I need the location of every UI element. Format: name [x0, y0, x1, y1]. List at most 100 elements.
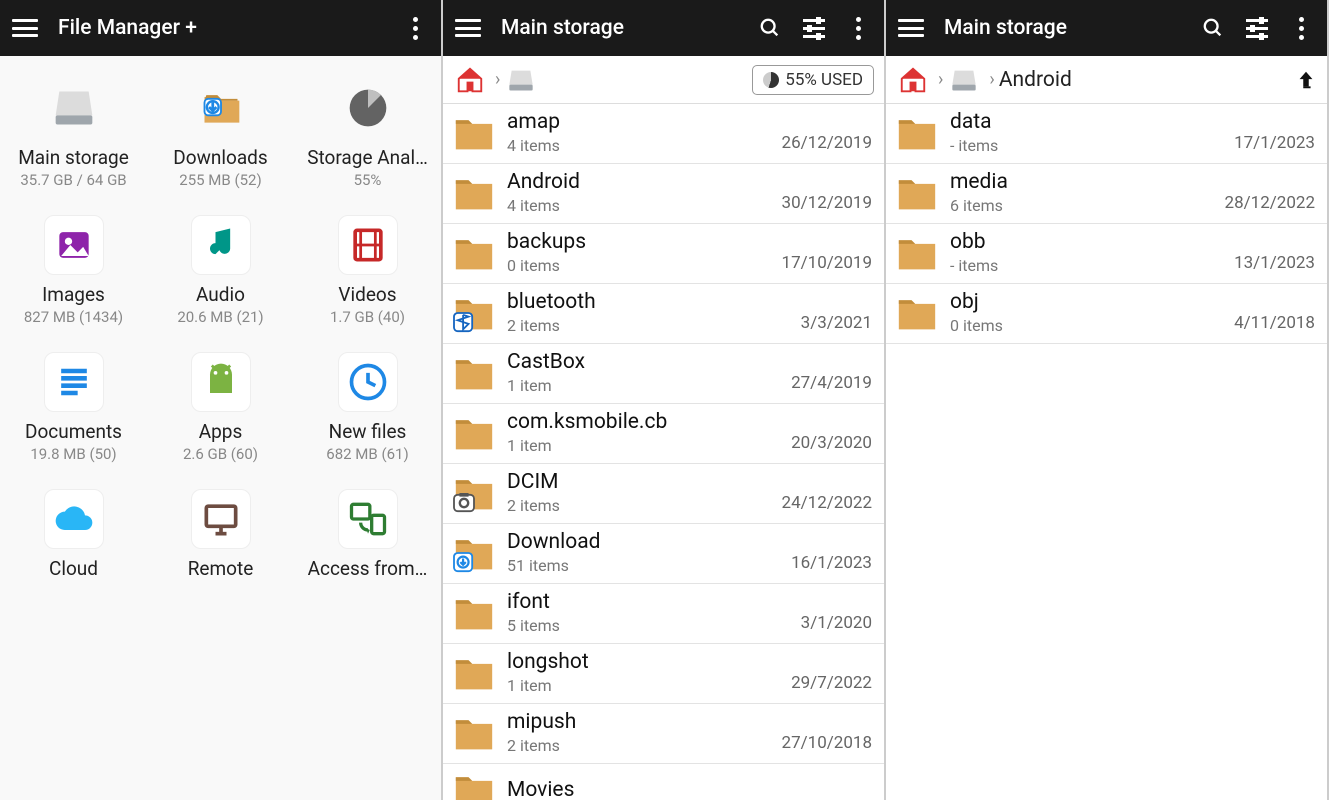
- android-folder-panel: Main storage › › Android data - items 17…: [886, 0, 1329, 800]
- home-body: Main storage35.7 GB / 64 GBDownloads255 …: [0, 56, 441, 800]
- tile-drive[interactable]: Main storage35.7 GB / 64 GB: [0, 74, 147, 193]
- breadcrumb: › 55% USED: [443, 56, 884, 104]
- page-title: Main storage: [501, 16, 740, 40]
- folder-date: 16/1/2023: [791, 553, 872, 573]
- folder-date: 17/1/2023: [1234, 133, 1315, 153]
- folder-row[interactable]: ifont 5 items 3/1/2020: [443, 584, 884, 644]
- search-icon[interactable]: [756, 14, 784, 42]
- folder-row[interactable]: obj 0 items 4/11/2018: [886, 284, 1327, 344]
- storage-root-panel: Main storage › 55% USED amap 4 items 26/…: [443, 0, 886, 800]
- overflow-icon[interactable]: [844, 14, 872, 42]
- tile-apps[interactable]: Apps 2.6 GB (60): [147, 348, 294, 467]
- folder-row[interactable]: mipush 2 items 27/10/2018: [443, 704, 884, 764]
- folder-icon: [451, 413, 497, 453]
- folder-date: 26/12/2019: [782, 133, 872, 153]
- tile-label: Images: [42, 283, 105, 306]
- folder-name: data: [950, 110, 1234, 134]
- tile-downloads[interactable]: Downloads255 MB (52): [147, 74, 294, 193]
- tile-sub: 1.7 GB (40): [330, 308, 405, 326]
- tile-label: Access from…: [308, 557, 428, 580]
- tile-access[interactable]: Access from…: [294, 485, 441, 584]
- file-list[interactable]: amap 4 items 26/12/2019 Android 4 items …: [443, 104, 884, 800]
- tile-label: Videos: [338, 283, 396, 306]
- folder-row[interactable]: Download 51 items 16/1/2023: [443, 524, 884, 584]
- folder-icon: [451, 770, 497, 800]
- overflow-icon[interactable]: [401, 14, 429, 42]
- menu-icon[interactable]: [12, 19, 38, 37]
- folder-icon: [451, 593, 497, 633]
- tile-images[interactable]: Images827 MB (1434): [0, 211, 147, 330]
- folder-row[interactable]: bluetooth 2 items 3/3/2021: [443, 284, 884, 344]
- breadcrumb-current[interactable]: Android: [999, 68, 1072, 92]
- folder-sub: 2 items: [507, 736, 782, 755]
- folder-row[interactable]: obb - items 13/1/2023: [886, 224, 1327, 284]
- folder-name: com.ksmobile.cb: [507, 410, 791, 434]
- folder-date: 4/11/2018: [1234, 313, 1315, 333]
- tile-pie[interactable]: Storage Anal…55%: [294, 74, 441, 193]
- storage-used-label: 55% USED: [785, 70, 863, 90]
- tile-audio[interactable]: Audio20.6 MB (21): [147, 211, 294, 330]
- tile-label: Downloads: [173, 146, 267, 169]
- pie-icon: [763, 72, 779, 88]
- chevron-icon: ›: [938, 69, 943, 90]
- tile-sub: 19.8 MB (50): [30, 445, 116, 463]
- drive-icon[interactable]: [947, 63, 981, 97]
- folder-sub: 0 items: [507, 256, 782, 275]
- folder-date: 20/3/2020: [791, 433, 872, 453]
- folder-row[interactable]: DCIM 2 items 24/12/2022: [443, 464, 884, 524]
- folder-row[interactable]: amap 4 items 26/12/2019: [443, 104, 884, 164]
- menu-icon[interactable]: [898, 19, 924, 37]
- folder-sub: 4 items: [507, 136, 782, 155]
- folder-row[interactable]: media 6 items 28/12/2022: [886, 164, 1327, 224]
- tile-label: Documents: [25, 420, 122, 443]
- tile-label: Apps: [199, 420, 243, 443]
- tile-clock[interactable]: New files 682 MB (61): [294, 348, 441, 467]
- folder-row[interactable]: Movies: [443, 764, 884, 800]
- folder-name: obb: [950, 230, 1234, 254]
- folder-icon: [451, 173, 497, 213]
- folder-icon: [451, 533, 497, 573]
- tile-docs[interactable]: Documents 19.8 MB (50): [0, 348, 147, 467]
- tile-videos[interactable]: Videos 1.7 GB (40): [294, 211, 441, 330]
- folder-icon: [894, 173, 940, 213]
- tile-sub: 682 MB (61): [326, 445, 408, 463]
- folder-sub: 2 items: [507, 496, 782, 515]
- folder-row[interactable]: CastBox 1 item 27/4/2019: [443, 344, 884, 404]
- toolbar: File Manager +: [0, 0, 441, 56]
- breadcrumb: › › Android: [886, 56, 1327, 104]
- folder-sub: - items: [950, 136, 1234, 155]
- folder-date: 3/1/2020: [801, 613, 872, 633]
- drive-icon[interactable]: [504, 63, 538, 97]
- tile-sub: 2.6 GB (60): [183, 445, 258, 463]
- folder-row[interactable]: data - items 17/1/2023: [886, 104, 1327, 164]
- search-icon[interactable]: [1199, 14, 1227, 42]
- folder-date: 3/3/2021: [801, 313, 872, 333]
- filter-icon[interactable]: [1243, 14, 1271, 42]
- folder-icon: [451, 353, 497, 393]
- home-panel: File Manager + Main storage35.7 GB / 64 …: [0, 0, 443, 800]
- folder-row[interactable]: longshot 1 item 29/7/2022: [443, 644, 884, 704]
- filter-icon[interactable]: [800, 14, 828, 42]
- folder-icon: [451, 113, 497, 153]
- home-icon[interactable]: [453, 63, 487, 97]
- tile-cloud[interactable]: Cloud: [0, 485, 147, 584]
- folder-row[interactable]: Android 4 items 30/12/2019: [443, 164, 884, 224]
- tile-label: Remote: [188, 557, 254, 580]
- menu-icon[interactable]: [455, 19, 481, 37]
- folder-row[interactable]: backups 0 items 17/10/2019: [443, 224, 884, 284]
- file-list[interactable]: data - items 17/1/2023 media 6 items 28/…: [886, 104, 1327, 800]
- folder-name: media: [950, 170, 1225, 194]
- folder-icon: [894, 233, 940, 273]
- tile-label: New files: [329, 420, 407, 443]
- up-icon[interactable]: [1295, 67, 1317, 93]
- folder-row[interactable]: com.ksmobile.cb 1 item 20/3/2020: [443, 404, 884, 464]
- storage-used-pill[interactable]: 55% USED: [752, 65, 874, 95]
- folder-sub: 6 items: [950, 196, 1225, 215]
- overflow-icon[interactable]: [1287, 14, 1315, 42]
- page-title: Main storage: [944, 16, 1183, 40]
- toolbar: Main storage: [443, 0, 884, 56]
- home-icon[interactable]: [896, 63, 930, 97]
- folder-icon: [451, 293, 497, 333]
- folder-date: 28/12/2022: [1225, 193, 1315, 213]
- tile-remote[interactable]: Remote: [147, 485, 294, 584]
